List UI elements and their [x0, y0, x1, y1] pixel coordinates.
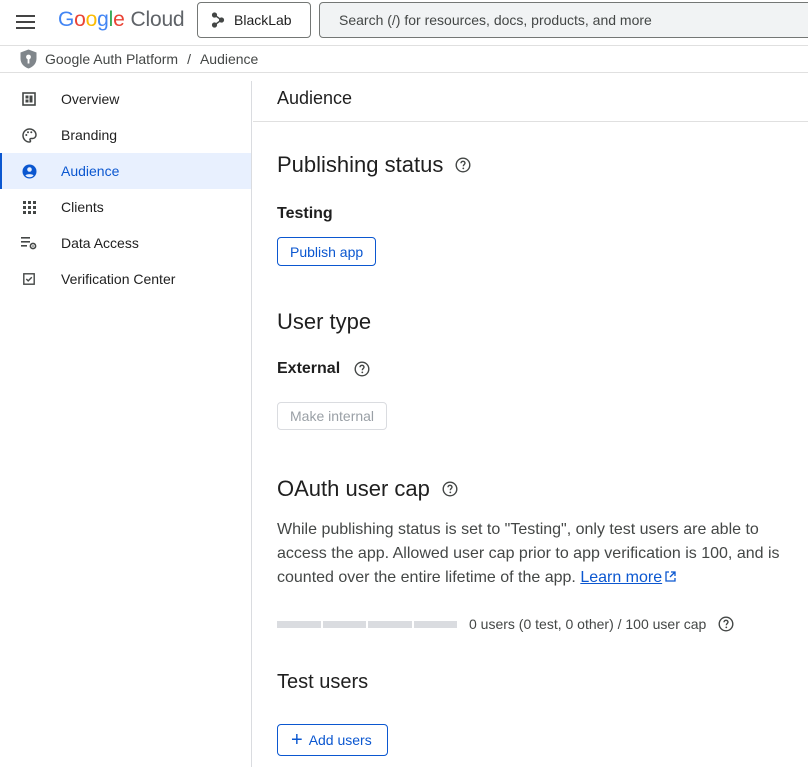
oauth-user-cap-title: OAuth user cap: [277, 476, 430, 501]
oauth-user-cap-description: While publishing status is set to "Testi…: [277, 518, 797, 590]
project-name: BlackLab: [234, 12, 292, 28]
user-type-value: External: [277, 360, 341, 377]
sidebar-item-label: Branding: [61, 127, 118, 143]
account-circle-icon: [21, 163, 37, 179]
publishing-status-value: Testing: [277, 205, 333, 222]
learn-more-link[interactable]: Learn more: [580, 569, 662, 586]
data-settings-icon: [21, 235, 37, 251]
apps-grid-icon: [21, 199, 37, 215]
user-cap-usage: 0 users (0 test, 0 other) / 100 user cap: [277, 614, 734, 634]
breadcrumb-audience[interactable]: Audience: [200, 51, 258, 67]
make-internal-button: Make internal: [277, 402, 388, 430]
top-bar: Google Cloud BlackLab Search (/) for reso…: [0, 0, 808, 45]
help-icon[interactable]: [442, 481, 458, 497]
sidebar-item-overview[interactable]: Overview: [0, 81, 251, 117]
help-icon[interactable]: [455, 157, 471, 173]
add-users-label: Add users: [308, 732, 372, 748]
oauth-user-cap-heading: OAuth user cap: [277, 476, 458, 502]
test-users-title: Test users: [277, 671, 369, 693]
oauth-description-text: While publishing status is set to "Testi…: [277, 521, 780, 586]
breadcrumb-separator: /: [187, 51, 191, 67]
test-users-heading: Test users: [277, 671, 368, 694]
title-divider: [253, 121, 808, 122]
add-users-button[interactable]: + Add users: [277, 724, 388, 756]
publishing-status-title: Publishing status: [277, 152, 444, 177]
shield-icon: [20, 49, 37, 69]
main-menu-button[interactable]: [14, 10, 38, 34]
user-cap-progress-bar: [277, 620, 457, 628]
sidebar-item-label: Audience: [61, 163, 120, 179]
sidebar-item-clients[interactable]: Clients: [0, 189, 251, 225]
sidebar-item-branding[interactable]: Branding: [0, 117, 251, 153]
project-tree-icon: [211, 12, 225, 28]
breadcrumb-google-auth-platform[interactable]: Google Auth Platform: [45, 51, 178, 67]
sidebar-item-data-access[interactable]: Data Access: [0, 225, 251, 261]
sidebar-item-label: Clients: [61, 199, 104, 215]
help-icon[interactable]: [718, 616, 734, 632]
palette-icon: [21, 127, 37, 143]
breadcrumb: Google Auth Platform / Audience: [0, 45, 808, 73]
search-input[interactable]: Search (/) for resources, docs, products…: [319, 2, 808, 38]
publishing-status-heading: Publishing status: [277, 152, 471, 178]
sidebar-item-label: Verification Center: [61, 271, 176, 287]
user-type-title: User type: [277, 309, 372, 334]
page-title: Audience: [277, 88, 353, 108]
sidebar: Overview Branding Audience Clients Data …: [0, 81, 252, 767]
main-content: Audience Publishing status Testing Publi…: [253, 73, 808, 767]
user-type-row: External: [277, 360, 370, 378]
user-cap-usage-text: 0 users (0 test, 0 other) / 100 user cap: [469, 616, 707, 632]
google-cloud-logo[interactable]: Google Cloud: [58, 8, 185, 32]
publish-app-button[interactable]: Publish app: [277, 237, 377, 266]
sidebar-item-label: Overview: [61, 91, 120, 107]
external-link-icon: [665, 571, 676, 582]
sidebar-item-label: Data Access: [61, 235, 139, 251]
search-placeholder: Search (/) for resources, docs, products…: [339, 12, 652, 28]
help-icon[interactable]: [354, 361, 370, 377]
dashboard-icon: [21, 91, 37, 107]
user-type-heading: User type: [277, 309, 371, 335]
sidebar-item-verification-center[interactable]: Verification Center: [0, 261, 251, 297]
project-picker-button[interactable]: BlackLab: [197, 2, 311, 38]
learn-more-label: Learn more: [580, 569, 663, 586]
checklist-icon: [21, 271, 37, 287]
plus-icon: +: [291, 729, 303, 751]
sidebar-item-audience[interactable]: Audience: [0, 153, 251, 189]
